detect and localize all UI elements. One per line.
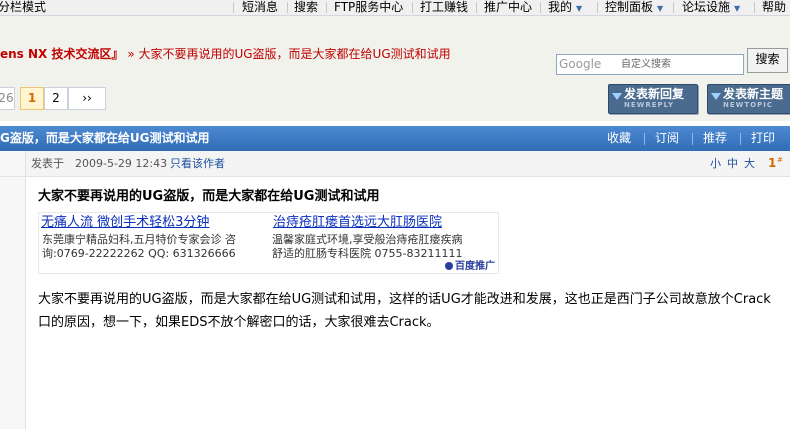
separator — [692, 133, 693, 145]
thread-crumb: » 大家不要再说用的UG盗版，而是大家都在给UG测试和试用 — [127, 47, 451, 61]
baidu-promo-logo[interactable]: 百度推广 — [445, 257, 495, 272]
chevron-down-icon: ▼ — [576, 4, 583, 13]
separator — [326, 2, 327, 13]
divider — [0, 176, 25, 177]
nav-earn-money[interactable]: 打工赚钱 — [420, 0, 468, 14]
google-logo: Google — [559, 57, 602, 71]
pager-prev[interactable]: 26 — [0, 87, 15, 110]
pager-page[interactable]: 2 — [44, 87, 68, 110]
paw-icon — [445, 262, 453, 270]
separator — [233, 2, 234, 13]
separator — [754, 2, 755, 13]
floor-mark: # — [777, 156, 783, 164]
arrow-down-icon — [711, 93, 721, 100]
favorite-link[interactable]: 收藏 — [607, 131, 631, 146]
separator — [644, 133, 645, 145]
font-large-link[interactable]: 大 — [744, 157, 755, 170]
print-link[interactable]: 打印 — [751, 131, 775, 146]
recommend-link[interactable]: 推荐 — [703, 131, 727, 146]
nav-messages[interactable]: 短消息 — [242, 0, 278, 14]
posted-time: 2009-5-29 12:43 — [75, 157, 168, 170]
new-reply-label: 发表新回复 — [624, 87, 685, 101]
separator — [673, 2, 674, 13]
baidu-ad-box: 无痛人流 微创手术轻松3分钟 东莞康宁精品妇科,五月特价专家会诊 咨 询:076… — [38, 212, 499, 274]
new-reply-sub: NEWREPLY — [624, 101, 675, 109]
separator — [412, 2, 413, 13]
chevron-down-icon: ▼ — [734, 4, 741, 13]
post-title: 大家不要再说用的UG盗版，而是大家都在给UG测试和试用 — [38, 189, 380, 204]
post-body: 大家不要再说用的UG盗版，而是大家都在给UG测试和试用，这样的话UG才能改进和发… — [38, 292, 771, 330]
nav-forum-tools-label: 论坛设施 — [682, 0, 731, 14]
ad-title-link[interactable]: 无痛人流 微创手术轻松3分钟 — [41, 214, 209, 231]
nav-mine[interactable]: 我的 ▼ — [548, 0, 582, 16]
pager-page-current: 1 — [20, 87, 44, 110]
search-placeholder: 自定义搜索 — [621, 59, 671, 70]
post-meta-row: 发表于 2009-5-29 12:43 只看该作者 小 中 大 1 # — [26, 151, 790, 177]
new-topic-sub: NEWTOPIC — [723, 101, 773, 109]
forum-link[interactable]: ens NX 技术交流区』 — [0, 47, 123, 61]
ad-desc: 东莞康宁精品妇科,五月特价专家会诊 咨 — [42, 233, 236, 246]
new-topic-button[interactable]: 发表新主题 NEWTOPIC — [707, 84, 790, 114]
author-column — [0, 151, 26, 429]
separator — [597, 2, 598, 13]
only-author-link[interactable]: 只看该作者 — [170, 157, 225, 170]
baidu-promo-label: 百度推广 — [455, 261, 495, 272]
separator — [287, 2, 288, 13]
subscribe-link[interactable]: 订阅 — [655, 131, 679, 146]
nav-ftp-service[interactable]: FTP服务中心 — [334, 0, 403, 14]
nav-help[interactable]: 帮助 — [762, 0, 786, 14]
separator — [740, 133, 741, 145]
nav-forum-tools[interactable]: 论坛设施 ▼ — [682, 0, 740, 16]
font-small-link[interactable]: 小 — [710, 157, 721, 170]
nav-search[interactable]: 搜索 — [294, 0, 318, 14]
thread-title: G盗版，而是大家都在给UG测试和试用 — [0, 131, 210, 145]
new-reply-button[interactable]: 发表新回复 NEWREPLY — [608, 84, 698, 114]
breadcrumb: ens NX 技术交流区』 » 大家不要再说用的UG盗版，而是大家都在给UG测试… — [0, 46, 451, 62]
search-button[interactable]: 搜索 — [747, 48, 788, 73]
nav-mine-label: 我的 — [548, 0, 573, 14]
chevron-down-icon: ▼ — [657, 4, 664, 13]
new-topic-label: 发表新主题 — [723, 87, 784, 101]
font-medium-link[interactable]: 中 — [727, 157, 738, 170]
nav-control-panel[interactable]: 控制面板 ▼ — [605, 0, 663, 16]
thread-title-bar: G盗版，而是大家都在给UG测试和试用 收藏 订阅 推荐 打印 — [0, 126, 790, 151]
posted-label: 发表于 — [31, 157, 64, 170]
separator — [476, 2, 477, 13]
nav-promotion[interactable]: 推广中心 — [484, 0, 532, 14]
ad-desc: 温馨家庭式环境,享受般治痔疮肛瘘疾病 — [272, 233, 463, 246]
search-input[interactable]: Google 自定义搜索 — [556, 54, 744, 75]
separator — [540, 2, 541, 13]
ad-desc: 舒适的肛肠专科医院 0755-83211111 — [272, 247, 463, 260]
ad-title-link[interactable]: 治痔疮肛瘘首选远大肛肠医院 — [273, 214, 442, 231]
ad-desc: 询:0769-22222262 QQ: 631326666 — [42, 247, 236, 260]
pager-next[interactable]: ›› — [68, 87, 106, 110]
nav-control-panel-label: 控制面板 — [605, 0, 654, 14]
view-mode-label[interactable]: 分栏模式 — [0, 0, 46, 14]
arrow-down-icon — [612, 93, 622, 100]
top-toolbar: 分栏模式 短消息 搜索 FTP服务中心 打工赚钱 推广中心 我的 ▼ 控制面板 ▼ … — [0, 0, 790, 16]
floor-number[interactable]: 1 — [768, 157, 776, 170]
